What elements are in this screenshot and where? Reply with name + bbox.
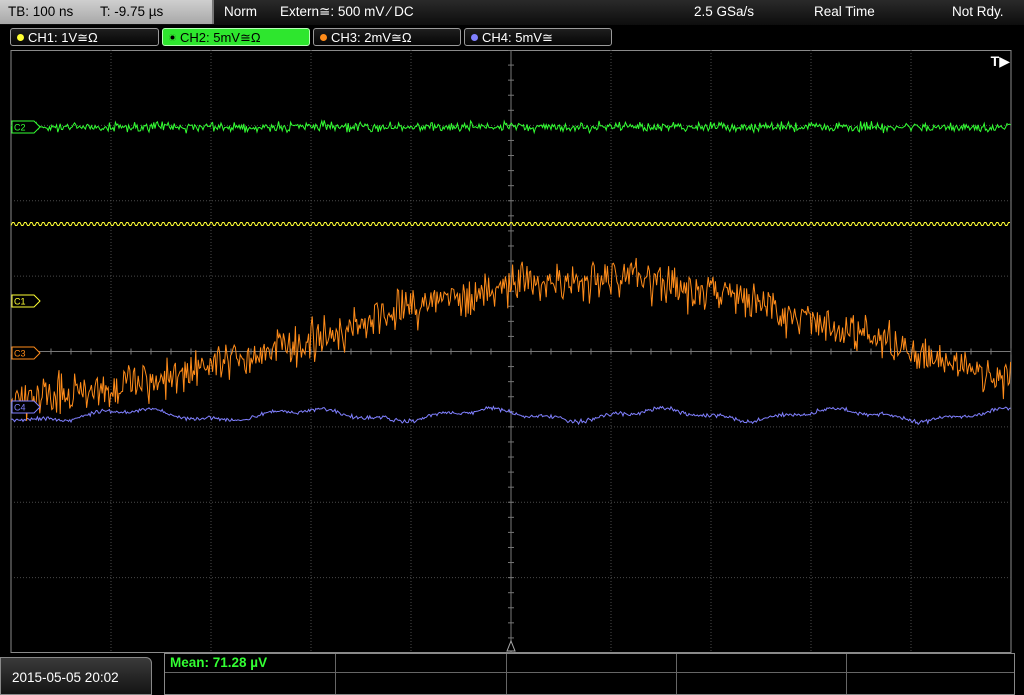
ch2-label: CH2: 5mV≅Ω xyxy=(180,30,261,45)
ch3-color-icon xyxy=(320,34,327,41)
ch1-label: CH1: 1V≅Ω xyxy=(28,30,98,45)
timebase-value: TB: 100 ns xyxy=(8,4,74,19)
ch4-label: CH4: 5mV≅ xyxy=(482,30,553,45)
channel-offset-markers: C1 C2 C3 C4 xyxy=(11,120,41,414)
datetime-display: 2015-05-05 20:02 xyxy=(0,657,152,695)
oscilloscope-screen: TB: 100 ns T: -9.75 µs Norm Extern≅: 500… xyxy=(0,0,1024,695)
table-divider xyxy=(335,654,336,694)
table-divider xyxy=(506,654,507,694)
channel-tab-ch3[interactable]: CH3: 2mV≅Ω xyxy=(313,28,461,46)
trigger-position-marker xyxy=(506,639,516,652)
table-divider xyxy=(676,654,677,694)
measurement-table[interactable]: Mean: 71.28 µV xyxy=(164,653,1015,695)
channel-tab-ch1[interactable]: CH1: 1V≅Ω xyxy=(10,28,159,46)
trigger-source[interactable]: Extern≅: 500 mV ⁄ DC xyxy=(280,0,414,24)
acquisition-status: Not Rdy. xyxy=(952,4,1004,19)
graticule xyxy=(10,50,1012,653)
measurement-row xyxy=(165,654,1014,673)
ch4-color-icon xyxy=(471,34,478,41)
trigger-label: T▶ xyxy=(990,53,1010,69)
marker-label: C1 xyxy=(14,297,26,307)
trigger-mode[interactable]: Norm xyxy=(224,0,257,24)
timebase-panel[interactable]: TB: 100 ns T: -9.75 µs xyxy=(0,0,214,24)
ch1-color-icon xyxy=(17,34,24,41)
ch2-offset-marker[interactable]: C2 xyxy=(11,120,41,134)
trigger-time-value: T: -9.75 µs xyxy=(100,4,164,19)
acquisition-mode[interactable]: Real Time xyxy=(814,0,875,24)
channel-tab-ch2[interactable]: CH2: 5mV≅Ω xyxy=(162,28,310,46)
status-bar: TB: 100 ns T: -9.75 µs Norm Extern≅: 500… xyxy=(0,0,1024,26)
trigger-position-icon xyxy=(506,639,516,652)
mean-measurement: Mean: 71.28 µV xyxy=(170,655,268,670)
ch3-label: CH3: 2mV≅Ω xyxy=(331,30,412,45)
waveform-display[interactable]: C1 C2 C3 C4 T▶ xyxy=(0,50,1024,653)
marker-label: C4 xyxy=(14,403,26,413)
channel-tab-ch4[interactable]: CH4: 5mV≅ xyxy=(464,28,612,46)
ch3-offset-marker[interactable]: C3 xyxy=(11,346,41,360)
bottom-bar: 2015-05-05 20:02 Mean: 71.28 µV xyxy=(0,653,1024,695)
channel-bar: CH1: 1V≅Ω CH2: 5mV≅Ω CH3: 2mV≅Ω CH4: 5mV… xyxy=(0,25,1024,50)
ch4-offset-marker[interactable]: C4 xyxy=(11,400,41,414)
datetime-text: 2015-05-05 20:02 xyxy=(12,670,119,685)
ch2-color-icon xyxy=(169,34,176,41)
waveform-canvas: C1 C2 C3 C4 xyxy=(10,50,1012,653)
marker-label: C2 xyxy=(14,123,26,133)
ch1-offset-marker[interactable]: C1 xyxy=(11,294,41,308)
table-divider xyxy=(846,654,847,694)
sample-rate: 2.5 GSa/s xyxy=(694,4,755,19)
marker-label: C3 xyxy=(14,349,26,359)
